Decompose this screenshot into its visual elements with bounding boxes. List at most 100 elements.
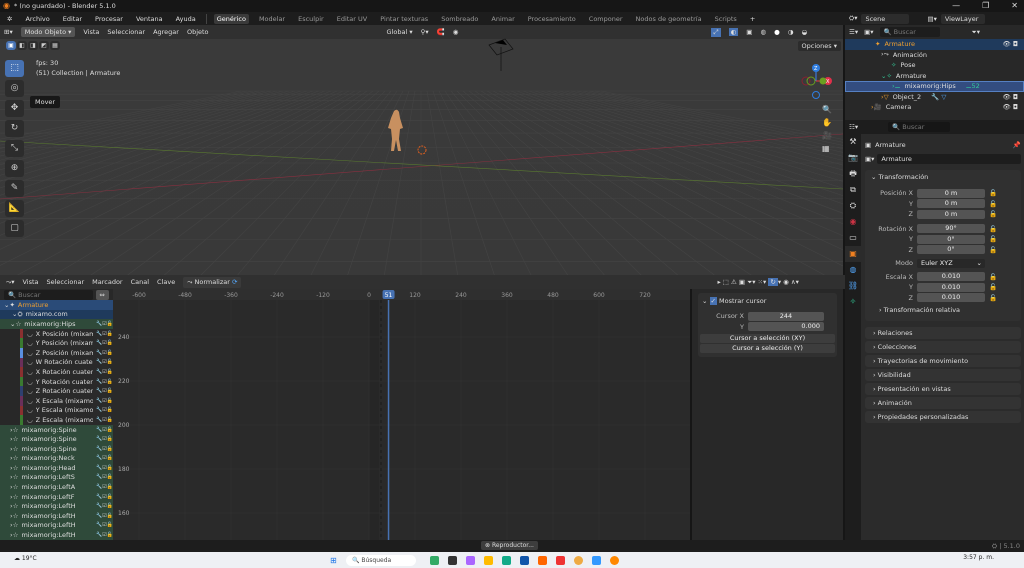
tab-sombreado[interactable]: Sombreado	[438, 14, 481, 24]
channel-toggles-icon[interactable]: 🔧☑🔓	[96, 379, 113, 385]
channel-toggles-icon[interactable]: 🔧☑🔓	[96, 331, 113, 337]
fcurve-icon[interactable]: ◡	[27, 416, 33, 424]
tab-physics-icon[interactable]: ◍	[845, 262, 861, 278]
group-expand-icon[interactable]: ›☆	[10, 445, 18, 453]
channel-toggles-icon[interactable]: 🔧☑🔓	[96, 398, 113, 404]
tab-componer[interactable]: Componer	[586, 14, 626, 24]
menu-objeto[interactable]: Objeto	[187, 28, 209, 36]
cursor-x-field[interactable]: 244	[748, 311, 824, 321]
visibility-eye-icon[interactable]: 👁 ◘	[1003, 103, 1018, 111]
lock-icon[interactable]: 🔓	[989, 273, 997, 281]
menu-vista[interactable]: Vista	[83, 28, 99, 36]
graph-filter-icons[interactable]: ▸ ⬚ ⚠ ▣ ⏷▾ ⁙▾ ↻ ▾ ◉ ∧▾	[717, 277, 799, 287]
editor-type-icon[interactable]: ⊞▾	[4, 28, 13, 36]
snap-icon[interactable]: 🧲	[437, 28, 445, 36]
mode-dropdown[interactable]: Modo Objeto ▾	[20, 27, 76, 37]
group-expand-icon[interactable]: ›☆	[10, 493, 18, 501]
shading-wire-icon[interactable]: ◍	[760, 28, 766, 36]
app-icon[interactable]	[466, 556, 475, 565]
graph-editor-type-icon[interactable]: ⤳▾	[6, 278, 14, 287]
channel-row[interactable]: ›☆ mixamorig:LeftS 🔧☑🔓	[0, 472, 113, 483]
group-expand-icon[interactable]: ›☆	[10, 512, 18, 520]
outliner-row-armature[interactable]: ✦ Armature 👁 ◘	[845, 39, 1024, 50]
group-expand-icon[interactable]: ›☆	[10, 502, 18, 510]
cursor-y-field[interactable]: 0.000	[748, 322, 824, 332]
tab-esculpir[interactable]: Esculpir	[295, 14, 327, 24]
menu-procesar[interactable]: Procesar	[92, 14, 126, 24]
zoom-icon[interactable]: 🔍	[822, 105, 832, 114]
app-icon[interactable]	[592, 556, 601, 565]
tab-generico[interactable]: Genérico	[213, 13, 249, 24]
channel-row[interactable]: ›☆ mixamorig:Head 🔧☑🔓	[0, 463, 113, 473]
graph-canvas[interactable]: -600 -480 -360 -240 -120 0 120 240 360 480 600 720 2…	[113, 289, 690, 540]
lock-icon[interactable]: 🔓	[989, 283, 997, 291]
channel-toggles-icon[interactable]: 🔧☑🔓	[96, 359, 113, 365]
channel-toggles-icon[interactable]: 🔧☑🔓	[96, 494, 113, 500]
3d-viewport[interactable]: ⊞▾ Modo Objeto ▾ Vista Seleccionar Agreg…	[0, 25, 843, 275]
store-icon[interactable]	[520, 556, 529, 565]
clock[interactable]: 3:57 p. m.	[963, 554, 994, 561]
panel-presentacion[interactable]: › Presentación en vistas	[865, 383, 1021, 395]
channel-row[interactable]: ›☆ mixamorig:Neck 🔧☑🔓	[0, 453, 113, 464]
lock-icon[interactable]: 🔓	[989, 294, 997, 302]
select-new-icon[interactable]: ▣	[6, 41, 16, 50]
channel-row[interactable]: ›☆ mixamorig:LeftH 🔧☑🔓	[0, 501, 113, 512]
proportional-edit-icon[interactable]: ◉	[453, 28, 459, 36]
overlay-toggle-icon[interactable]: ◐	[728, 28, 739, 36]
group-expand-icon[interactable]: ›☆	[10, 521, 18, 529]
menu-editar[interactable]: Editar	[60, 14, 85, 24]
normalize-toggle[interactable]: ⤳ Normalizar ⟳	[183, 276, 242, 288]
rotation-z-field[interactable]: 0°	[917, 245, 985, 255]
view-layer-selector[interactable]: ViewLayer	[940, 13, 985, 24]
menu-seleccionar[interactable]: Seleccionar	[107, 28, 145, 36]
playback-button[interactable]: ⊗ Reproductor...	[481, 541, 538, 550]
fcurve-icon[interactable]: ◡	[27, 387, 33, 395]
group-expand-icon[interactable]: ›☆	[10, 531, 18, 539]
outliner-row-animation[interactable]: ›⤳ Animación	[845, 50, 1024, 61]
channel-toggles-icon[interactable]: 🔧☑🔓	[96, 350, 113, 356]
channel-row[interactable]: ›☆ mixamorig:Spine 🔧☑🔓	[0, 424, 113, 435]
annotate-tool-icon[interactable]: ✎	[5, 180, 24, 197]
armature-character[interactable]	[380, 107, 440, 157]
channel-row[interactable]: ◡ Y Escala (mixamori 🔧☑🔓	[20, 405, 113, 416]
add-cube-tool-icon[interactable]: ▢	[5, 220, 24, 237]
channel-row[interactable]: ›☆ mixamorig:Spine 🔧☑🔓	[0, 443, 113, 454]
move-tool-icon[interactable]: ✥	[5, 100, 24, 117]
group-expand-icon[interactable]: ›☆	[10, 426, 18, 434]
channel-toggles-icon[interactable]: 🔧☑🔓	[96, 513, 113, 519]
shading-solid-icon[interactable]: ●	[774, 28, 780, 36]
filter-icon[interactable]: ⏷▾	[972, 28, 980, 37]
outliner-row-hips[interactable]: ›⚊ mixamorig:Hips ⚊52	[845, 81, 1024, 92]
channel-row[interactable]: ⌄⛭ mixamo.com	[0, 309, 113, 320]
menu-ayuda[interactable]: Ayuda	[173, 14, 199, 24]
transform-panel-header[interactable]: ⌄ Transformación	[865, 170, 1021, 184]
position-x-field[interactable]: 0 m	[917, 188, 985, 198]
properties-search-input[interactable]: 🔍 Buscar	[888, 122, 951, 132]
object-type-icon[interactable]: ▣▾	[865, 155, 874, 163]
scene-selector[interactable]: Scene	[861, 13, 910, 24]
lock-icon[interactable]: 🔓	[989, 210, 997, 218]
tab-world-icon[interactable]: ◉	[845, 214, 861, 230]
outliner-row-object2[interactable]: ›▽ Object_2 🔧 ▽ 👁 ◘	[845, 92, 1024, 103]
channel-search-input[interactable]: 🔍 Buscar	[4, 289, 93, 300]
minimize-button[interactable]: —	[952, 1, 960, 10]
channel-row[interactable]: ◡ W Rotación cuatern 🔧☑🔓	[20, 357, 113, 368]
chrome-icon[interactable]	[574, 556, 583, 565]
channel-row[interactable]: ›☆ mixamorig:LeftH 🔧☑🔓	[0, 520, 113, 531]
xray-icon[interactable]: ▣	[746, 28, 752, 36]
tab-constraints-icon[interactable]: ⛓	[845, 278, 861, 294]
blender-taskbar-icon[interactable]	[610, 556, 619, 565]
lock-icon[interactable]: 🔓	[989, 200, 997, 208]
channel-toggles-icon[interactable]: 🔧☑🔓	[96, 369, 113, 375]
channel-row[interactable]: ◡ Z Escala (mixamori 🔧☑🔓	[20, 415, 113, 425]
tab-pintar-texturas[interactable]: Pintar texturas	[377, 14, 431, 24]
app-icon[interactable]	[448, 556, 457, 565]
channel-row[interactable]: ›☆ mixamorig:LeftH 🔧☑🔓	[0, 530, 113, 540]
group-expand-icon[interactable]: ›☆	[10, 464, 18, 472]
outliner-row-camera[interactable]: ›🎥 Camera 👁 ◘	[845, 102, 1024, 113]
transform-tool-icon[interactable]: ⊕	[5, 160, 24, 177]
tab-nodos-geometria[interactable]: Nodos de geometría	[633, 14, 705, 24]
scale-tool-icon[interactable]: ⤡	[5, 140, 24, 157]
tab-tool-icon[interactable]: ⚒	[845, 134, 861, 150]
channel-toggles-icon[interactable]: 🔧☑🔓	[96, 436, 113, 442]
